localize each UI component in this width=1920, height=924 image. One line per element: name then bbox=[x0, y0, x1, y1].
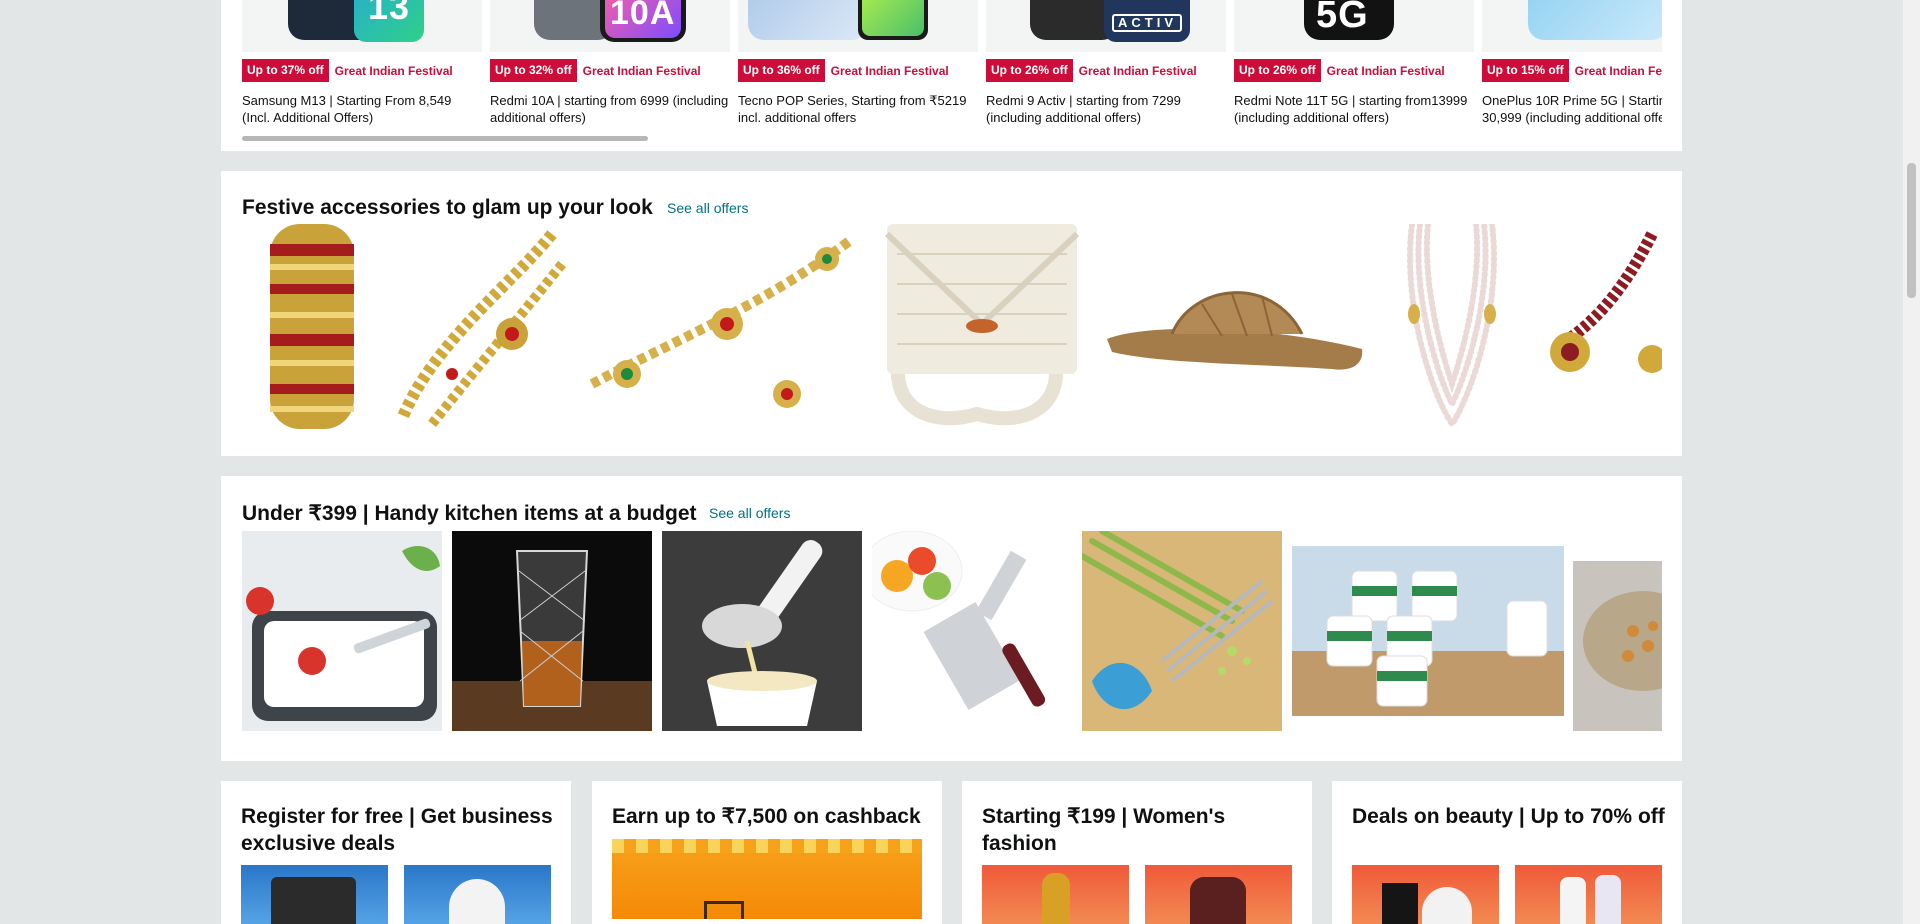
page-scrollbar[interactable] bbox=[1903, 0, 1920, 924]
handbag-image[interactable] bbox=[1145, 865, 1292, 924]
product-caption[interactable]: Redmi Note 11T 5G | starting from13999 (… bbox=[1234, 92, 1474, 126]
phones-carousel: 13 Up to 37% off Great Indian Festival S… bbox=[221, 0, 1682, 151]
phones-track: 13 Up to 37% off Great Indian Festival S… bbox=[242, 0, 1662, 130]
crystal-glass-image[interactable] bbox=[452, 531, 652, 731]
womens-fashion-card[interactable]: Starting ₹199 | Women's fashion bbox=[962, 781, 1312, 924]
kitchen-track bbox=[242, 531, 1662, 731]
discount-badge: Up to 32% off bbox=[490, 59, 577, 82]
product-caption[interactable]: Samsung M13 | Starting From 8,549 (Incl.… bbox=[242, 92, 482, 126]
chopping-board-image[interactable] bbox=[242, 531, 442, 731]
phone-card-redmi-note-11t[interactable]: 5G Up to 26% off Great Indian Festival R… bbox=[1234, 0, 1474, 130]
product-image[interactable]: 13 bbox=[242, 0, 482, 52]
festival-label: Great Indian Festival bbox=[1326, 63, 1445, 78]
product-image[interactable]: 10A bbox=[490, 0, 730, 52]
product-image[interactable]: ACTIV bbox=[986, 0, 1226, 52]
kamarbandh-image[interactable] bbox=[392, 224, 572, 429]
kolhapuri-chappal-image[interactable] bbox=[1102, 224, 1372, 429]
festival-label: Great Indian Festival bbox=[582, 63, 701, 78]
card-title: Deals on beauty | Up to 70% off bbox=[1352, 805, 1665, 828]
kurta-image[interactable] bbox=[982, 865, 1129, 924]
bangles-image[interactable] bbox=[262, 224, 362, 429]
product-caption[interactable]: Redmi 10A | starting from 6999 (includin… bbox=[490, 92, 730, 126]
section-title: Festive accessories to glam up your look bbox=[242, 196, 653, 219]
card-title: Starting ₹199 | Women's fashion bbox=[982, 805, 1226, 855]
tea-cups-image[interactable] bbox=[1292, 531, 1564, 731]
macrame-bag-image[interactable] bbox=[867, 224, 1092, 429]
discount-badge: Up to 26% off bbox=[1234, 59, 1321, 82]
product-caption[interactable]: Redmi 9 Activ | starting from 7299 (incl… bbox=[986, 92, 1226, 126]
card-title: Register for free | Get business exclusi… bbox=[241, 805, 553, 855]
business-deals-card[interactable]: Register for free | Get business exclusi… bbox=[221, 781, 571, 924]
accessories-card: Festive accessories to glam up your look… bbox=[221, 171, 1682, 456]
discount-badge: Up to 15% off bbox=[1482, 59, 1569, 82]
see-all-offers-link[interactable]: See all offers bbox=[667, 200, 748, 216]
page: 13 Up to 37% off Great Indian Festival S… bbox=[0, 0, 1920, 924]
phone-card-redmi-10a[interactable]: 10A Up to 32% off Great Indian Festival … bbox=[490, 0, 730, 130]
maroon-necklace-image[interactable] bbox=[1532, 224, 1662, 429]
festival-label: Great Indian Festival bbox=[1078, 63, 1197, 78]
phone-card-tecno-pop[interactable]: Up to 36% off Great Indian Festival Tecn… bbox=[738, 0, 978, 130]
festival-label: Great Indian Festival bbox=[334, 63, 453, 78]
cashback-card[interactable]: Earn up to ₹7,500 on cashback bbox=[592, 781, 942, 924]
see-all-offers-link[interactable]: See all offers bbox=[709, 505, 790, 521]
waist-chain-image[interactable] bbox=[587, 224, 857, 429]
carousel-scrollbar[interactable] bbox=[242, 136, 648, 141]
product-image[interactable] bbox=[1482, 0, 1662, 52]
card-title: Earn up to ₹7,500 on cashback bbox=[612, 805, 921, 828]
shampoo-image[interactable] bbox=[1515, 865, 1662, 924]
pearl-necklace-image[interactable] bbox=[1392, 224, 1512, 429]
phone-card-redmi-9-activ[interactable]: ACTIV Up to 26% off Great Indian Festiva… bbox=[986, 0, 1226, 130]
product-caption[interactable]: Tecno POP Series, Starting from ₹5219 in… bbox=[738, 92, 978, 126]
skincare-image[interactable] bbox=[1352, 865, 1499, 924]
accessories-track bbox=[242, 224, 1662, 429]
kitchen-card: Under ₹399 | Handy kitchen items at a bu… bbox=[221, 476, 1682, 761]
security-camera-image[interactable] bbox=[404, 865, 551, 924]
product-caption[interactable]: OnePlus 10R Prime 5G | Starting from 30,… bbox=[1482, 92, 1662, 126]
product-image[interactable]: 5G bbox=[1234, 0, 1474, 52]
oil-ladle-image[interactable] bbox=[662, 531, 862, 731]
discount-badge: Up to 37% off bbox=[242, 59, 329, 82]
discount-badge: Up to 36% off bbox=[738, 59, 825, 82]
cashback-image[interactable] bbox=[612, 839, 922, 919]
phone-card-samsung-m13[interactable]: 13 Up to 37% off Great Indian Festival S… bbox=[242, 0, 482, 130]
tablet-image[interactable] bbox=[241, 865, 388, 924]
section-title: Under ₹399 | Handy kitchen items at a bu… bbox=[242, 502, 697, 525]
herb-scissors-image[interactable] bbox=[1082, 531, 1282, 731]
strainer-image[interactable] bbox=[1573, 531, 1662, 731]
festival-label: Great Indian Festival bbox=[830, 63, 949, 78]
discount-badge: Up to 26% off bbox=[986, 59, 1073, 82]
festival-label: Great Indian Festival bbox=[1574, 63, 1662, 78]
scrollbar-thumb[interactable] bbox=[1907, 163, 1916, 298]
crinkle-cutter-image[interactable] bbox=[872, 531, 1072, 731]
phone-card-oneplus-10r[interactable]: Up to 15% off Great Indian Festival OneP… bbox=[1482, 0, 1662, 130]
beauty-deals-card[interactable]: Deals on beauty | Up to 70% off bbox=[1332, 781, 1682, 924]
product-image[interactable] bbox=[738, 0, 978, 52]
